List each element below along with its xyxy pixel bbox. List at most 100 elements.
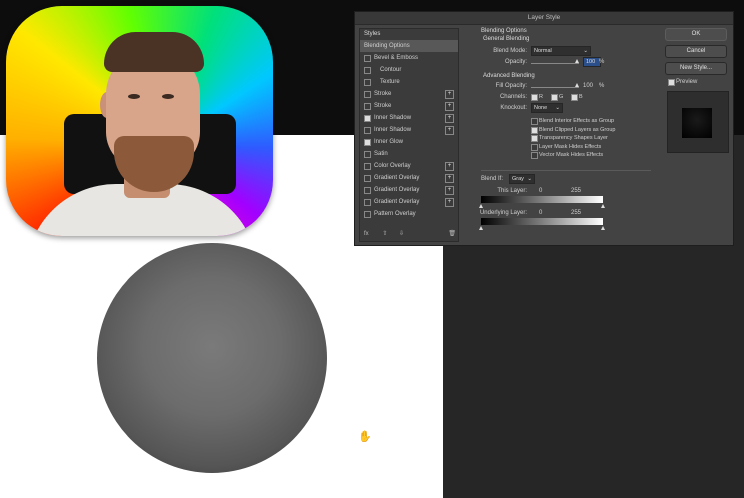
- cancel-button[interactable]: Cancel: [665, 45, 727, 58]
- channel-b-checkbox[interactable]: [571, 94, 578, 101]
- this-layer-max: 255: [571, 188, 582, 194]
- blending-options-panel: Blending Options General Blending Blend …: [473, 26, 653, 242]
- fill-opacity-slider-thumb[interactable]: [575, 83, 579, 87]
- move-up-icon[interactable]: ⇧: [382, 231, 387, 237]
- dialog-title: Layer Style: [355, 12, 733, 25]
- divider: [481, 170, 651, 171]
- style-item-inner-shadow[interactable]: Inner Shadow +: [360, 112, 458, 124]
- add-style-icon[interactable]: +: [445, 126, 454, 135]
- style-checkbox[interactable]: [364, 175, 371, 182]
- blend-if-select[interactable]: Gray ⌄: [509, 174, 535, 184]
- style-label: Gradient Overlay: [374, 175, 420, 181]
- add-style-icon[interactable]: +: [445, 174, 454, 183]
- style-label: Stroke: [374, 103, 392, 109]
- add-style-icon[interactable]: +: [445, 162, 454, 171]
- advanced-option-checkbox[interactable]: [531, 118, 538, 125]
- style-item-texture[interactable]: Texture: [360, 76, 458, 88]
- style-checkbox[interactable]: [364, 115, 371, 122]
- style-checkbox[interactable]: [364, 211, 371, 218]
- advanced-option-checkbox[interactable]: [531, 152, 538, 159]
- style-checkbox[interactable]: [364, 163, 371, 170]
- style-item-contour[interactable]: Contour: [360, 64, 458, 76]
- style-checkbox[interactable]: [364, 79, 371, 86]
- style-checkbox[interactable]: [364, 127, 371, 134]
- underlying-min: 0: [539, 210, 543, 216]
- knockout-label: Knockout:: [500, 105, 527, 111]
- right-eye: [162, 94, 174, 99]
- new-style-button[interactable]: New Style...: [665, 62, 727, 75]
- fill-opacity-label: Fill Opacity:: [495, 83, 527, 89]
- style-item-satin[interactable]: Satin: [360, 148, 458, 160]
- style-item-color-overlay[interactable]: Color Overlay +: [360, 160, 458, 172]
- add-style-icon[interactable]: +: [445, 114, 454, 123]
- advanced-option-label: Transparency Shapes Layer: [539, 135, 608, 141]
- this-layer-black-thumb[interactable]: [479, 204, 483, 208]
- style-label: Pattern Overlay: [374, 211, 416, 217]
- sphere-shape[interactable]: [97, 243, 327, 473]
- style-item-stroke[interactable]: Stroke +: [360, 88, 458, 100]
- underlying-gradient[interactable]: [481, 218, 603, 225]
- advanced-option-checkbox[interactable]: [531, 143, 538, 151]
- knockout-value: None: [534, 105, 548, 111]
- style-checkbox[interactable]: [364, 139, 371, 146]
- style-label: Gradient Overlay: [374, 199, 420, 205]
- style-label: Satin: [374, 151, 388, 157]
- add-style-icon[interactable]: +: [445, 198, 454, 207]
- advanced-option-label: Blend Interior Effects as Group: [539, 118, 615, 124]
- style-item-blending-options[interactable]: Blending Options: [360, 40, 458, 52]
- style-checkbox[interactable]: [364, 67, 371, 74]
- style-item-stroke[interactable]: Stroke +: [360, 100, 458, 112]
- blend-mode-select[interactable]: Normal ⌄: [531, 46, 591, 56]
- knockout-select[interactable]: None ⌄: [531, 103, 563, 113]
- opacity-slider[interactable]: [531, 63, 579, 64]
- preview-checkbox[interactable]: [668, 79, 675, 86]
- fx-icon[interactable]: fx: [364, 231, 369, 237]
- advanced-blending-title: Advanced Blending: [483, 73, 535, 79]
- style-item-inner-glow[interactable]: Inner Glow: [360, 136, 458, 148]
- style-checkbox[interactable]: [364, 55, 371, 62]
- channel-g-checkbox[interactable]: [551, 94, 558, 101]
- style-label: Texture: [380, 79, 400, 85]
- this-layer-min: 0: [539, 188, 543, 194]
- layer-style-dialog: Layer Style Styles Blending Options Bevel…: [354, 11, 734, 246]
- add-style-icon[interactable]: +: [445, 90, 454, 99]
- left-eye: [128, 94, 140, 99]
- advanced-option-checkbox[interactable]: [531, 135, 538, 142]
- channel-b-label: B: [579, 94, 583, 100]
- style-label: Inner Shadow: [374, 127, 412, 133]
- style-checkbox[interactable]: [364, 151, 371, 158]
- style-label: Inner Shadow: [374, 115, 412, 121]
- move-down-icon[interactable]: ⇩: [399, 231, 404, 237]
- ok-button[interactable]: OK: [665, 28, 727, 41]
- advanced-option-label: Blend Clipped Layers as Group: [539, 126, 616, 133]
- style-checkbox[interactable]: [364, 91, 371, 98]
- style-item-pattern-overlay[interactable]: Pattern Overlay: [360, 208, 458, 220]
- this-layer-gradient[interactable]: [481, 196, 603, 203]
- style-label: Gradient Overlay: [374, 187, 420, 193]
- fill-opacity-slider[interactable]: [531, 87, 579, 88]
- style-item-gradient-overlay[interactable]: Gradient Overlay +: [360, 172, 458, 184]
- style-checkbox[interactable]: [364, 103, 371, 110]
- add-style-icon[interactable]: +: [445, 102, 454, 111]
- this-layer-white-thumb[interactable]: [601, 204, 605, 208]
- style-checkbox[interactable]: [364, 187, 371, 194]
- underlying-black-thumb[interactable]: [479, 226, 483, 230]
- style-item-gradient-overlay[interactable]: Gradient Overlay +: [360, 196, 458, 208]
- style-label: Blending Options: [364, 43, 410, 49]
- style-item-inner-shadow[interactable]: Inner Shadow +: [360, 124, 458, 136]
- underlying-white-thumb[interactable]: [601, 226, 605, 230]
- advanced-option-checkbox[interactable]: [531, 126, 538, 134]
- style-item-bevel-emboss[interactable]: Bevel & Emboss: [360, 52, 458, 64]
- channels-label: Channels:: [499, 94, 527, 100]
- trash-icon[interactable]: 🗑: [448, 227, 456, 241]
- advanced-option-label: Vector Mask Hides Effects: [539, 152, 604, 158]
- style-item-gradient-overlay[interactable]: Gradient Overlay +: [360, 184, 458, 196]
- style-label: Contour: [380, 67, 402, 73]
- preview-swatch: [682, 108, 712, 138]
- style-checkbox[interactable]: [364, 199, 371, 206]
- webcam-overlay: [6, 6, 273, 236]
- fill-opacity-value[interactable]: 100: [583, 83, 593, 89]
- channel-r-checkbox[interactable]: [531, 94, 538, 101]
- add-style-icon[interactable]: +: [445, 186, 454, 195]
- opacity-slider-thumb[interactable]: [575, 59, 579, 63]
